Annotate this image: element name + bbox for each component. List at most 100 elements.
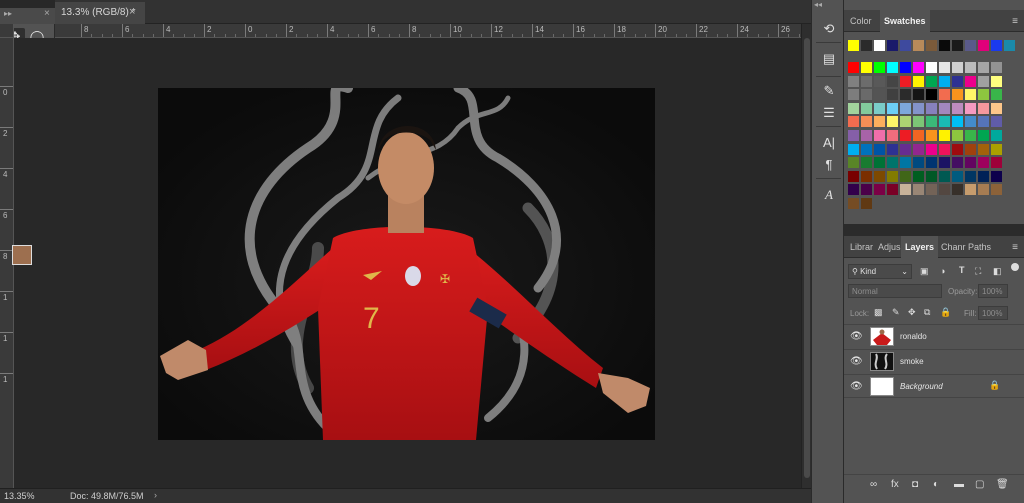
foreground-color-swatch[interactable] bbox=[12, 245, 32, 265]
color-swatch[interactable] bbox=[952, 89, 963, 101]
eye-icon[interactable]: 👁 bbox=[850, 381, 863, 392]
color-swatch[interactable] bbox=[900, 75, 911, 87]
color-swatch[interactable] bbox=[939, 62, 950, 73]
color-swatch[interactable] bbox=[913, 157, 924, 169]
color-swatch[interactable] bbox=[887, 116, 898, 128]
recent-swatch[interactable] bbox=[965, 40, 976, 51]
color-swatch[interactable] bbox=[874, 170, 885, 182]
recent-swatch[interactable] bbox=[900, 40, 911, 51]
tab-libraries[interactable]: Librar bbox=[846, 236, 877, 258]
color-swatch[interactable] bbox=[939, 184, 950, 196]
new-layer-icon[interactable]: ▢ bbox=[975, 479, 984, 490]
color-swatch[interactable] bbox=[887, 143, 898, 155]
recent-swatch[interactable] bbox=[874, 40, 885, 51]
color-swatch[interactable] bbox=[900, 184, 911, 196]
color-swatch[interactable] bbox=[874, 116, 885, 128]
layers-panel-menu-icon[interactable]: ≡ bbox=[1012, 242, 1018, 253]
expand-panels-icon[interactable]: ◂◂ bbox=[814, 0, 822, 9]
color-swatch[interactable] bbox=[874, 143, 885, 155]
color-swatch[interactable] bbox=[848, 102, 859, 114]
close-document-icon[interactable]: × bbox=[129, 6, 135, 18]
character-icon[interactable]: A| bbox=[820, 134, 838, 152]
color-swatch[interactable] bbox=[861, 170, 872, 182]
color-swatch[interactable] bbox=[913, 184, 924, 196]
color-swatch[interactable] bbox=[978, 102, 989, 114]
color-swatch[interactable] bbox=[952, 157, 963, 169]
color-swatch[interactable] bbox=[887, 62, 898, 73]
color-swatch[interactable] bbox=[848, 130, 859, 141]
color-swatch[interactable] bbox=[861, 62, 872, 73]
color-swatch[interactable] bbox=[939, 157, 950, 169]
color-swatch[interactable] bbox=[913, 143, 924, 155]
color-swatch[interactable] bbox=[861, 184, 872, 196]
color-swatch[interactable] bbox=[952, 75, 963, 87]
color-swatch[interactable] bbox=[900, 89, 911, 101]
color-swatch[interactable] bbox=[874, 130, 885, 141]
color-swatch[interactable] bbox=[874, 184, 885, 196]
lock-image-icon[interactable]: ✎ bbox=[892, 307, 900, 318]
color-swatch[interactable] bbox=[939, 89, 950, 101]
color-swatch[interactable] bbox=[952, 102, 963, 114]
collapse-icon[interactable]: ▸▸ bbox=[4, 9, 12, 18]
color-swatch[interactable] bbox=[965, 184, 976, 196]
recent-swatch[interactable] bbox=[913, 40, 924, 51]
color-swatch[interactable] bbox=[926, 143, 937, 155]
document-canvas[interactable]: ✠ 7 bbox=[158, 88, 655, 440]
color-swatch[interactable] bbox=[874, 157, 885, 169]
color-swatch[interactable] bbox=[913, 75, 924, 87]
color-swatch[interactable] bbox=[900, 143, 911, 155]
color-swatch[interactable] bbox=[952, 184, 963, 196]
color-swatch[interactable] bbox=[848, 89, 859, 101]
color-swatch[interactable] bbox=[965, 143, 976, 155]
color-swatch[interactable] bbox=[991, 184, 1002, 196]
color-swatch[interactable] bbox=[900, 157, 911, 169]
ruler-origin[interactable] bbox=[0, 24, 14, 38]
color-swatch[interactable] bbox=[887, 75, 898, 87]
color-swatch[interactable] bbox=[965, 157, 976, 169]
filter-adjustment-icon[interactable]: ◑ bbox=[940, 266, 945, 276]
color-swatch[interactable] bbox=[991, 143, 1002, 155]
tools-panel-header[interactable]: ▸▸ × bbox=[0, 8, 55, 24]
color-swatch[interactable] bbox=[848, 184, 859, 196]
add-mask-icon[interactable]: ◘ bbox=[912, 479, 918, 490]
color-swatch[interactable] bbox=[861, 89, 872, 101]
history-icon[interactable]: ⟲ bbox=[820, 20, 838, 38]
color-swatch[interactable] bbox=[874, 102, 885, 114]
document-tab[interactable]: 13.3% (RGB/8) * × bbox=[55, 2, 145, 24]
properties-icon[interactable]: ▤ bbox=[820, 50, 838, 68]
color-swatch[interactable] bbox=[861, 116, 872, 128]
color-swatch[interactable] bbox=[965, 62, 976, 73]
color-swatch[interactable] bbox=[952, 62, 963, 73]
vertical-scrollbar[interactable] bbox=[801, 24, 811, 488]
swatches-panel-menu-icon[interactable]: ≡ bbox=[1012, 16, 1018, 27]
color-swatch[interactable] bbox=[939, 130, 950, 141]
color-swatch[interactable] bbox=[991, 157, 1002, 169]
color-swatch[interactable] bbox=[900, 170, 911, 182]
tab-paths[interactable]: Paths bbox=[964, 236, 995, 258]
color-swatch[interactable] bbox=[965, 102, 976, 114]
color-swatch[interactable] bbox=[939, 75, 950, 87]
color-swatch[interactable] bbox=[926, 170, 937, 182]
color-swatch[interactable] bbox=[926, 184, 937, 196]
color-swatch[interactable] bbox=[978, 89, 989, 101]
recent-swatch[interactable] bbox=[887, 40, 898, 51]
color-swatch[interactable] bbox=[874, 75, 885, 87]
color-swatch[interactable] bbox=[848, 116, 859, 128]
lock-position-icon[interactable]: ✥ bbox=[908, 307, 916, 318]
color-swatch[interactable] bbox=[978, 75, 989, 87]
filter-shape-icon[interactable]: ⛶ bbox=[975, 266, 981, 277]
color-swatch[interactable] bbox=[848, 198, 859, 209]
color-swatch[interactable] bbox=[991, 89, 1002, 101]
color-swatch[interactable] bbox=[887, 184, 898, 196]
tab-adjustments[interactable]: Adjus bbox=[874, 236, 905, 258]
tab-swatches[interactable]: Swatches bbox=[880, 10, 930, 32]
eye-icon[interactable]: 👁 bbox=[850, 331, 863, 342]
color-swatch[interactable] bbox=[926, 157, 937, 169]
lock-all-icon[interactable]: 🔒 bbox=[940, 307, 951, 318]
color-swatch[interactable] bbox=[926, 75, 937, 87]
color-swatch[interactable] bbox=[913, 130, 924, 141]
layer-row-ronaldo[interactable]: 👁 ronaldo bbox=[844, 324, 1024, 348]
color-swatch[interactable] bbox=[926, 89, 937, 101]
color-swatch[interactable] bbox=[848, 170, 859, 182]
color-swatch[interactable] bbox=[874, 62, 885, 73]
